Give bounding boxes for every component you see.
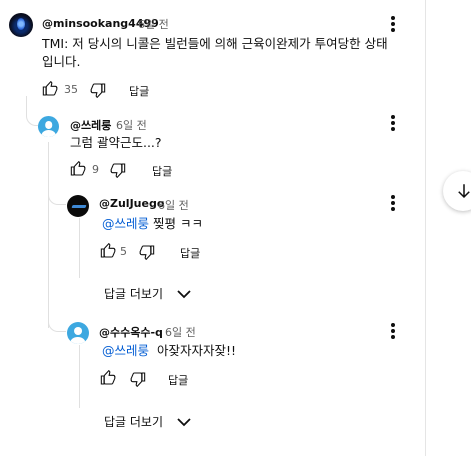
avatar[interactable] [38, 116, 59, 137]
more-replies-label[interactable]: 답글 더보기 [104, 285, 163, 302]
thread-line [79, 345, 80, 408]
chevron-down-icon[interactable] [176, 416, 192, 428]
comment-author[interactable]: @수수옥수-q [99, 324, 163, 340]
thread-line [48, 142, 49, 328]
comment-text-line2: 입니다. [42, 54, 81, 69]
comment-text: 그럼 괄약근도...? [70, 135, 162, 150]
thumbs-down-icon[interactable] [139, 244, 155, 260]
comment-text-line1: TMI: 저 당시의 니콜은 빌런들에 의해 근육이완제가 투여당한 상태 [42, 36, 388, 51]
more-vert-icon[interactable] [391, 195, 395, 211]
avatar[interactable] [67, 195, 89, 217]
comment-body: 아잦자자자잦!! [149, 343, 236, 358]
thumbs-up-icon[interactable] [42, 81, 58, 97]
more-vert-icon[interactable] [391, 16, 395, 32]
mention-link[interactable]: @쓰레룽 [102, 216, 149, 231]
comment-time[interactable]: 6일 전 [116, 117, 147, 133]
scroll-down-button[interactable] [443, 171, 471, 211]
thread-connector [48, 180, 66, 205]
mention-link[interactable]: @쓰레룽 [102, 343, 149, 358]
like-count: 5 [120, 245, 127, 258]
thumbs-down-icon[interactable] [130, 371, 146, 387]
reply-button[interactable]: 답글 [152, 163, 172, 179]
panel-divider [425, 0, 426, 456]
reply-button[interactable]: 답글 [168, 372, 188, 388]
like-count: 35 [64, 83, 78, 96]
comment-text: @쓰레룽 아잦자자자잦!! [102, 341, 236, 361]
thumbs-up-icon[interactable] [100, 243, 116, 259]
thread-line [79, 218, 80, 278]
thread-connector [48, 310, 66, 332]
comment-time[interactable]: 6일 전 [158, 197, 189, 213]
thumbs-up-icon[interactable] [70, 161, 86, 177]
thumbs-up-icon[interactable] [100, 370, 116, 386]
thumbs-down-icon[interactable] [110, 162, 126, 178]
comment-text: @쓰레룽 찢평 ㅋㅋ [102, 214, 203, 234]
more-vert-icon[interactable] [391, 323, 395, 339]
more-vert-icon[interactable] [391, 115, 395, 131]
thumbs-down-icon[interactable] [90, 82, 106, 98]
more-replies-label[interactable]: 답글 더보기 [104, 413, 163, 430]
comment-time[interactable]: 6일 전 [138, 16, 169, 32]
comment-author[interactable]: @ZulJuego [99, 197, 164, 210]
comment-time[interactable]: 6일 전 [165, 324, 196, 340]
arrow-down-icon [458, 184, 470, 199]
reply-button[interactable]: 답글 [129, 83, 149, 99]
avatar[interactable] [9, 13, 33, 37]
like-count: 9 [92, 163, 99, 176]
chevron-down-icon[interactable] [176, 288, 192, 300]
reply-button[interactable]: 답글 [180, 245, 200, 261]
thread-connector [26, 96, 38, 126]
comment-body: 찢평 ㅋㅋ [149, 216, 203, 231]
avatar[interactable] [67, 322, 89, 344]
comment-author[interactable]: @쓰레룽 [70, 117, 111, 133]
